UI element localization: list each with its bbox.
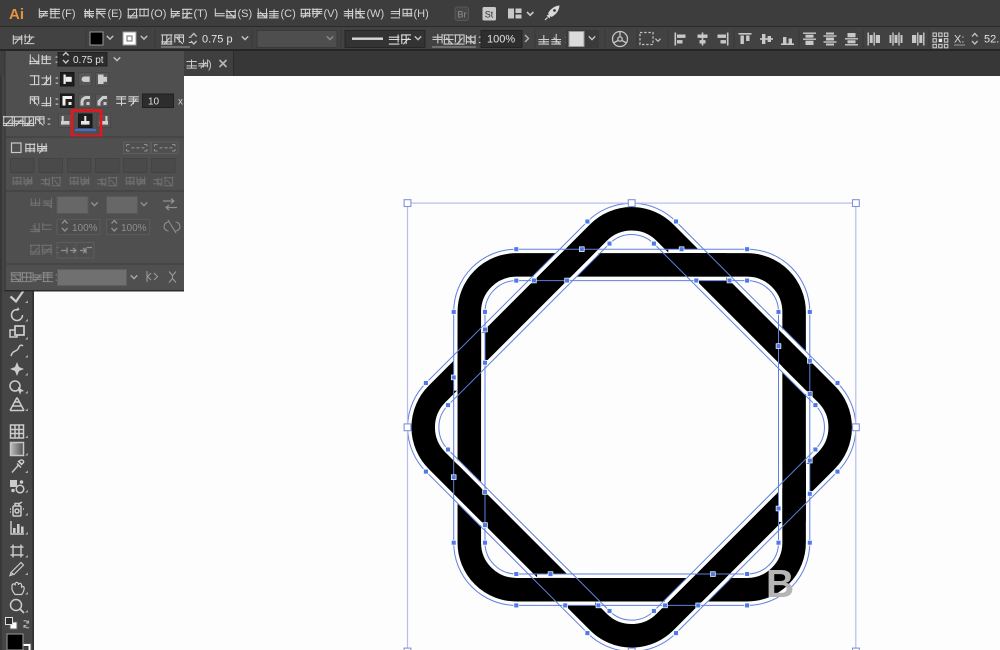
svg-text:(H): (H) bbox=[414, 8, 429, 20]
svg-text:(V): (V) bbox=[324, 8, 339, 20]
svg-text:(F): (F) bbox=[62, 8, 76, 20]
svg-text:52.: 52. bbox=[984, 34, 999, 46]
svg-text:(W): (W) bbox=[367, 8, 385, 20]
svg-text:Ai: Ai bbox=[9, 6, 24, 23]
svg-text:10: 10 bbox=[148, 97, 160, 108]
svg-text:0.75 pt: 0.75 pt bbox=[73, 55, 104, 66]
svg-text:St: St bbox=[485, 9, 494, 19]
svg-text:100%: 100% bbox=[487, 34, 515, 46]
svg-text:): ) bbox=[208, 59, 212, 71]
svg-text:(E): (E) bbox=[108, 8, 123, 20]
svg-text:Br: Br bbox=[458, 9, 467, 19]
svg-text:100%: 100% bbox=[121, 223, 147, 234]
svg-text:(C): (C) bbox=[281, 8, 296, 20]
svg-text:B: B bbox=[766, 563, 794, 606]
svg-text:(T): (T) bbox=[194, 8, 208, 20]
svg-text:X:: X: bbox=[954, 34, 964, 46]
svg-text:(S): (S) bbox=[238, 8, 253, 20]
svg-text:0.75 p: 0.75 p bbox=[202, 34, 233, 46]
svg-text:100%: 100% bbox=[72, 223, 98, 234]
svg-text:(O): (O) bbox=[151, 8, 167, 20]
svg-text:x: x bbox=[178, 97, 183, 108]
